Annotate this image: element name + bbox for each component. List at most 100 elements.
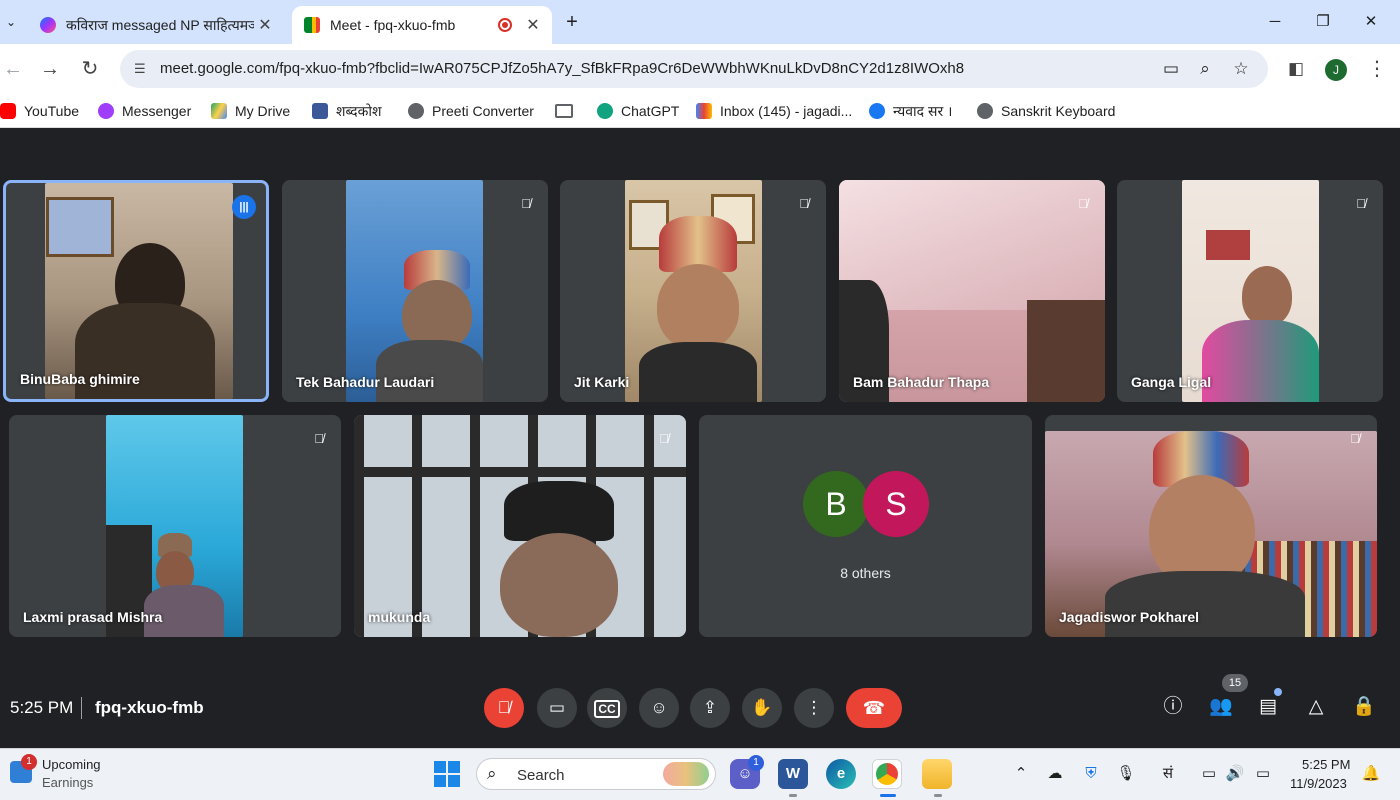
gmail-icon: [696, 103, 712, 119]
input-language-indicator[interactable]: सं: [1157, 763, 1179, 785]
participant-name: Laxmi prasad Mishra: [23, 609, 163, 625]
camera-toggle-button[interactable]: ▭: [537, 688, 577, 728]
restore-window-icon[interactable]: ❐: [1308, 8, 1338, 36]
meeting-details-button[interactable]: ⓘ: [1156, 690, 1190, 724]
bookmark-label: Inbox (145) - jagadi...: [720, 103, 853, 119]
present-screen-button[interactable]: ⇪: [690, 688, 730, 728]
taskbar-search[interactable]: ⌕ Search: [476, 758, 716, 790]
people-icon: 👥: [1209, 696, 1233, 717]
folder-icon: [555, 104, 573, 118]
participant-tile[interactable]: 🎙̸ Ganga Ligal: [1117, 180, 1383, 402]
bookmark-folder[interactable]: [555, 102, 581, 120]
participant-tile[interactable]: 🎙̸ Jagadiswor Pokharel: [1045, 415, 1377, 637]
participant-tile[interactable]: 🎙̸ mukunda: [354, 415, 686, 637]
url-text[interactable]: meet.google.com/fpq-xkuo-fmb?fbclid=IwAR…: [160, 60, 964, 77]
windows-logo-icon: [448, 761, 460, 773]
teams-badge: 1: [748, 755, 764, 771]
participant-avatar: S: [863, 471, 929, 537]
notifications-icon[interactable]: 🔔: [1360, 763, 1382, 785]
bookmark-youtube[interactable]: YouTube: [0, 102, 79, 120]
bookmark-facebook[interactable]: न्यवाद सर ।: [869, 102, 952, 120]
bookmark-label: शब्दकोश: [336, 102, 382, 119]
bookmark-label: Messenger: [122, 103, 192, 119]
onedrive-cloud-icon[interactable]: ☁: [1044, 763, 1066, 785]
host-controls-button[interactable]: 🔒: [1347, 690, 1381, 724]
bar-divider: [81, 697, 82, 719]
captions-button[interactable]: CC: [587, 688, 627, 728]
back-arrow-icon[interactable]: ←: [0, 56, 26, 82]
site-info-icon[interactable]: ☰: [134, 61, 152, 77]
widget-title[interactable]: Upcoming: [42, 757, 101, 772]
close-window-icon[interactable]: ✕: [1356, 8, 1386, 36]
participant-tile[interactable]: 🎙̸ Tek Bahadur Laudari: [282, 180, 548, 402]
mic-off-icon: 🎙̸: [1350, 431, 1360, 446]
start-button[interactable]: [434, 761, 460, 787]
more-options-button[interactable]: ⋮: [794, 688, 834, 728]
address-bar[interactable]: ☰ meet.google.com/fpq-xkuo-fmb?fbclid=Iw…: [120, 50, 1268, 88]
others-tile[interactable]: B S 8 others: [699, 415, 1032, 637]
bookmark-star-icon[interactable]: ☆: [1229, 58, 1253, 80]
minimize-window-icon[interactable]: ─: [1260, 8, 1290, 36]
network-icon[interactable]: ▭: [1198, 763, 1220, 785]
tab-messenger[interactable]: कविराज messaged NP साहित्यमञ्च ✕: [30, 6, 284, 44]
participant-tile[interactable]: 🎙̸ Laxmi prasad Mishra: [9, 415, 341, 637]
participant-tile[interactable]: ||| BinuBaba ghimire: [3, 180, 269, 402]
tab-meet[interactable]: Meet - fpq-xkuo-fmb ✕: [292, 6, 552, 44]
bookmark-sanskrit-keyboard[interactable]: Sanskrit Keyboard: [977, 102, 1115, 120]
camera-in-use-icon[interactable]: ▭: [1159, 58, 1183, 80]
wall-shelf: [1206, 230, 1250, 260]
meeting-clock: 5:25 PM: [10, 698, 74, 717]
bookmark-dictionary[interactable]: शब्दकोश: [312, 102, 382, 120]
bookmark-label: न्यवाद सर ।: [893, 102, 953, 119]
participant-video: [1045, 431, 1377, 637]
mic-off-icon: 🎙̸: [659, 431, 669, 446]
zoom-icon[interactable]: ⌕: [1193, 58, 1217, 80]
new-tab-button[interactable]: +: [562, 8, 582, 36]
file-explorer-icon[interactable]: [922, 759, 952, 789]
forward-arrow-icon[interactable]: →: [37, 56, 63, 82]
info-icon: ⓘ: [1163, 696, 1183, 717]
browser-menu-icon[interactable]: ⋮: [1364, 56, 1390, 82]
participant-name: Bam Bahadur Thapa: [853, 374, 990, 390]
taskbar-clock-time[interactable]: 5:25 PM: [1302, 757, 1350, 772]
meeting-code: fpq-xkuo-fmb: [95, 698, 204, 717]
people-button[interactable]: 👥: [1204, 690, 1238, 724]
lock-person-icon: 🔒: [1352, 696, 1376, 717]
participant-tile[interactable]: 🎙̸ Jit Karki: [560, 180, 826, 402]
profile-avatar[interactable]: J: [1325, 59, 1347, 81]
participant-tile[interactable]: 🎙̸ Bam Bahadur Thapa: [839, 180, 1105, 402]
bookmark-preeti-converter[interactable]: Preeti Converter: [408, 102, 534, 120]
mic-toggle-button[interactable]: 🎙̸: [484, 688, 524, 728]
close-tab-icon[interactable]: ✕: [254, 15, 276, 35]
microphone-icon[interactable]: 🎙: [1115, 763, 1137, 785]
chrome-icon[interactable]: [872, 759, 902, 789]
activities-button[interactable]: △: [1299, 690, 1333, 724]
tab-title: कविराज messaged NP साहित्यमञ्च: [66, 16, 254, 33]
participant-video: [106, 415, 243, 637]
raise-hand-button[interactable]: ✋: [742, 688, 782, 728]
participant-name: Tek Bahadur Laudari: [296, 374, 435, 390]
show-hidden-icons-chevron[interactable]: ⌃: [1010, 763, 1032, 785]
leave-call-button[interactable]: ☎: [846, 688, 902, 728]
volume-icon[interactable]: 🔊: [1224, 763, 1246, 785]
widget-subtitle[interactable]: Earnings: [42, 775, 93, 790]
bookmark-label: Preeti Converter: [432, 103, 534, 119]
reactions-button[interactable]: ☺: [639, 688, 679, 728]
bookmark-messenger[interactable]: Messenger: [98, 102, 191, 120]
edge-icon[interactable]: e: [826, 759, 856, 789]
bookmark-chatgpt[interactable]: ChatGPT: [597, 102, 679, 120]
window-grill-bar: [354, 467, 686, 477]
reload-icon[interactable]: ↻: [77, 56, 103, 82]
word-icon[interactable]: W: [778, 759, 808, 789]
side-panel-icon[interactable]: ◧: [1283, 56, 1309, 82]
close-tab-icon[interactable]: ✕: [522, 15, 544, 35]
battery-icon[interactable]: ▭: [1252, 763, 1274, 785]
wooden-cabinet: [1027, 300, 1105, 402]
participant-video: [1182, 180, 1319, 402]
bookmark-my-drive[interactable]: My Drive: [211, 102, 290, 120]
taskbar-clock-date[interactable]: 11/9/2023: [1290, 776, 1347, 791]
tab-search-chevron-icon[interactable]: ⌄: [0, 10, 22, 34]
windows-security-icon[interactable]: ⛨: [1080, 763, 1102, 785]
bookmark-gmail-inbox[interactable]: Inbox (145) - jagadi...: [696, 102, 852, 120]
participant-name: Jagadiswor Pokharel: [1059, 609, 1200, 625]
